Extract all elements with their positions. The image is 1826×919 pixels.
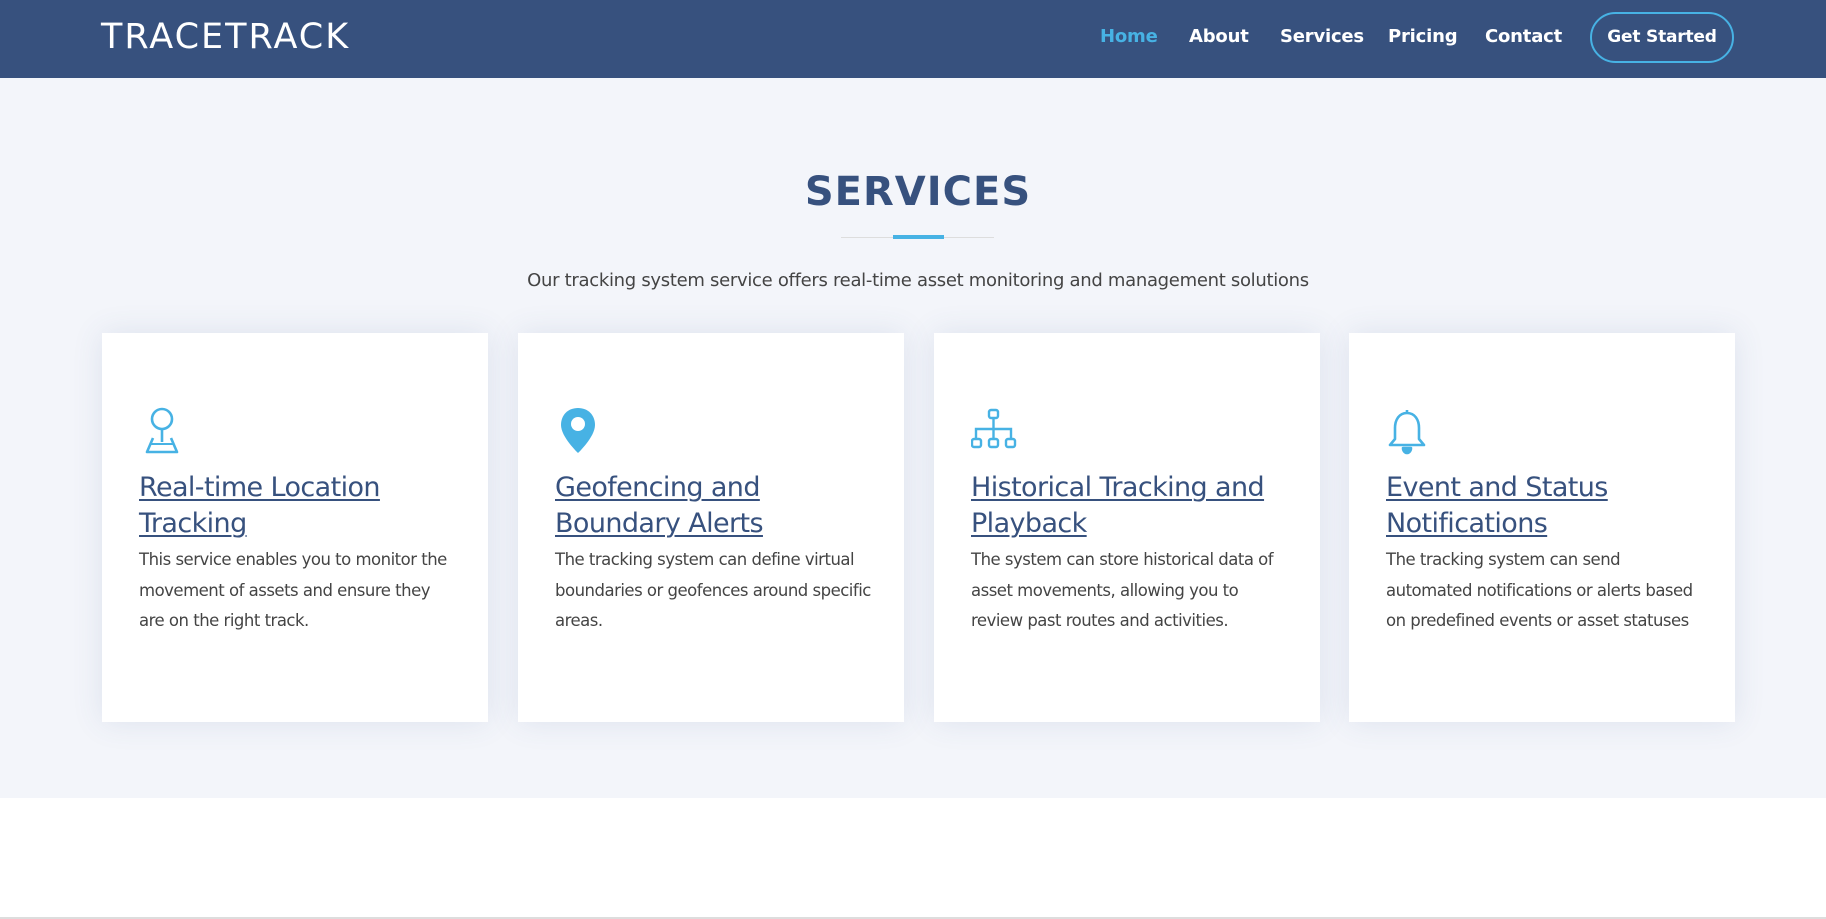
card-description: The tracking system can send automated n…: [1386, 550, 1693, 630]
map-pin-person-icon: [139, 407, 187, 455]
card-title[interactable]: Historical Tracking and Playback: [971, 470, 1301, 542]
service-card-geofencing: Geofencing and Boundary Alerts The track…: [518, 333, 904, 722]
nav-about[interactable]: About: [1189, 25, 1249, 49]
section-title: SERVICES: [804, 169, 1032, 215]
card-title[interactable]: Event and Status Notifications: [1386, 470, 1716, 542]
bell-icon: [1386, 407, 1434, 455]
nav-pricing[interactable]: Pricing: [1388, 25, 1458, 49]
nav-home[interactable]: Home: [1100, 25, 1158, 49]
card-description: The tracking system can define virtual b…: [555, 550, 871, 630]
service-card-realtime: Real-time Location Tracking This service…: [102, 333, 488, 722]
section-subtitle: Our tracking system service offers real-…: [527, 270, 1309, 291]
nav-contact[interactable]: Contact: [1485, 25, 1562, 49]
diagram-hierarchy-icon: [970, 407, 1019, 455]
geo-marker-icon: [555, 407, 603, 455]
service-card-historical: Historical Tracking and Playback The sys…: [934, 333, 1320, 722]
get-started-button[interactable]: Get Started: [1590, 12, 1734, 63]
site-header: TRACETRACK Home About Services Pricing C…: [0, 0, 1826, 78]
card-description: This service enables you to monitor the …: [139, 550, 447, 630]
nav-services[interactable]: Services: [1280, 25, 1364, 49]
card-title[interactable]: Geofencing and Boundary Alerts: [555, 470, 885, 542]
title-divider-accent: [893, 235, 944, 239]
brand-logo[interactable]: TRACETRACK: [101, 14, 350, 60]
services-section: SERVICES Our tracking system service off…: [0, 78, 1826, 798]
card-title[interactable]: Real-time Location Tracking: [139, 470, 469, 542]
service-card-notifications: Event and Status Notifications The track…: [1349, 333, 1735, 722]
card-description: The system can store historical data of …: [971, 550, 1274, 630]
